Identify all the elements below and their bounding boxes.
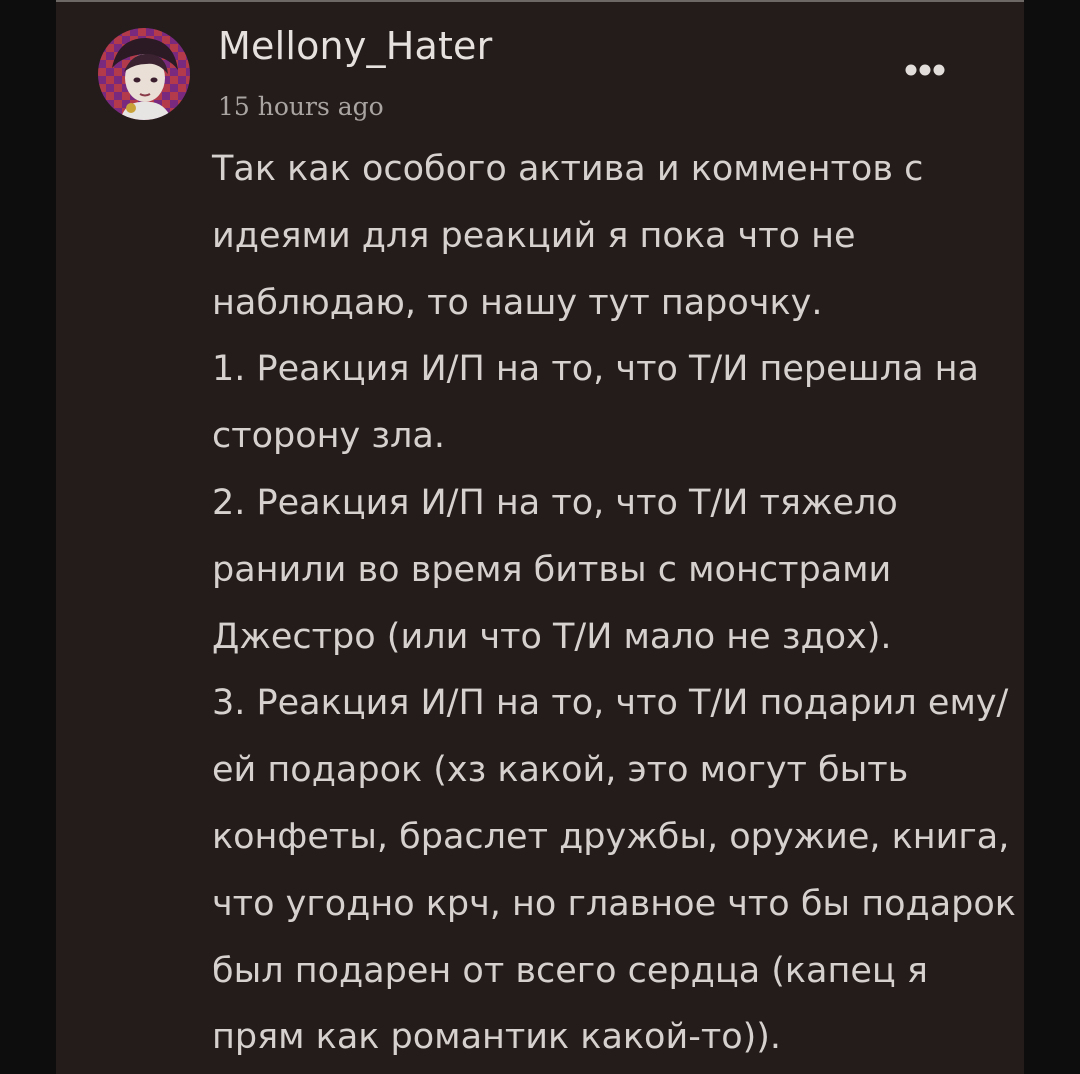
comment-line: Так как особого актива и комментов с [212,149,924,189]
avatar-image [98,28,190,120]
comment-line: наблюдаю, то нашу тут парочку. [212,282,823,323]
comment-line: прям как романтик какой-то)). [212,1017,782,1058]
comment-line: 1. Реакция И/П на то, что Т/И перешла на [212,349,979,390]
more-options-icon [905,64,945,76]
comment-username[interactable]: Mellony_Hater [218,24,492,68]
comment-line: Джестро (или что Т/И мало не здох). [212,616,892,657]
comment-timestamp: 15 hours ago [218,92,384,121]
comment-line: был подарен от всего сердца (капец я [212,950,928,991]
comment-line: ранили во время битвы с монстрами [212,549,892,590]
screen: Mellony_Hater 15 hours ago Так как особо… [0,0,1080,1074]
comment-line: 3. Реакция И/П на то, что Т/И подарил ем… [212,683,1009,724]
user-avatar[interactable] [98,28,190,120]
comment-line: 2. Реакция И/П на то, что Т/И тяжело [212,482,898,523]
comment-line: сторону зла. [212,416,445,457]
comment-card: Mellony_Hater 15 hours ago Так как особо… [56,0,1024,1074]
comment-line: ей подарок (хз какой, это могут быть [212,750,909,791]
comment-body: Так как особого актива и комментов с иде… [212,136,1024,1071]
more-options-button[interactable] [896,50,966,90]
comment-line: что угодно крч, но главное что бы подаро… [212,883,1016,924]
comment-line: идеями для реакций я пока что не [212,215,856,256]
comment-line: конфеты, браслет дружбы, оружие, книга, [212,816,1010,857]
